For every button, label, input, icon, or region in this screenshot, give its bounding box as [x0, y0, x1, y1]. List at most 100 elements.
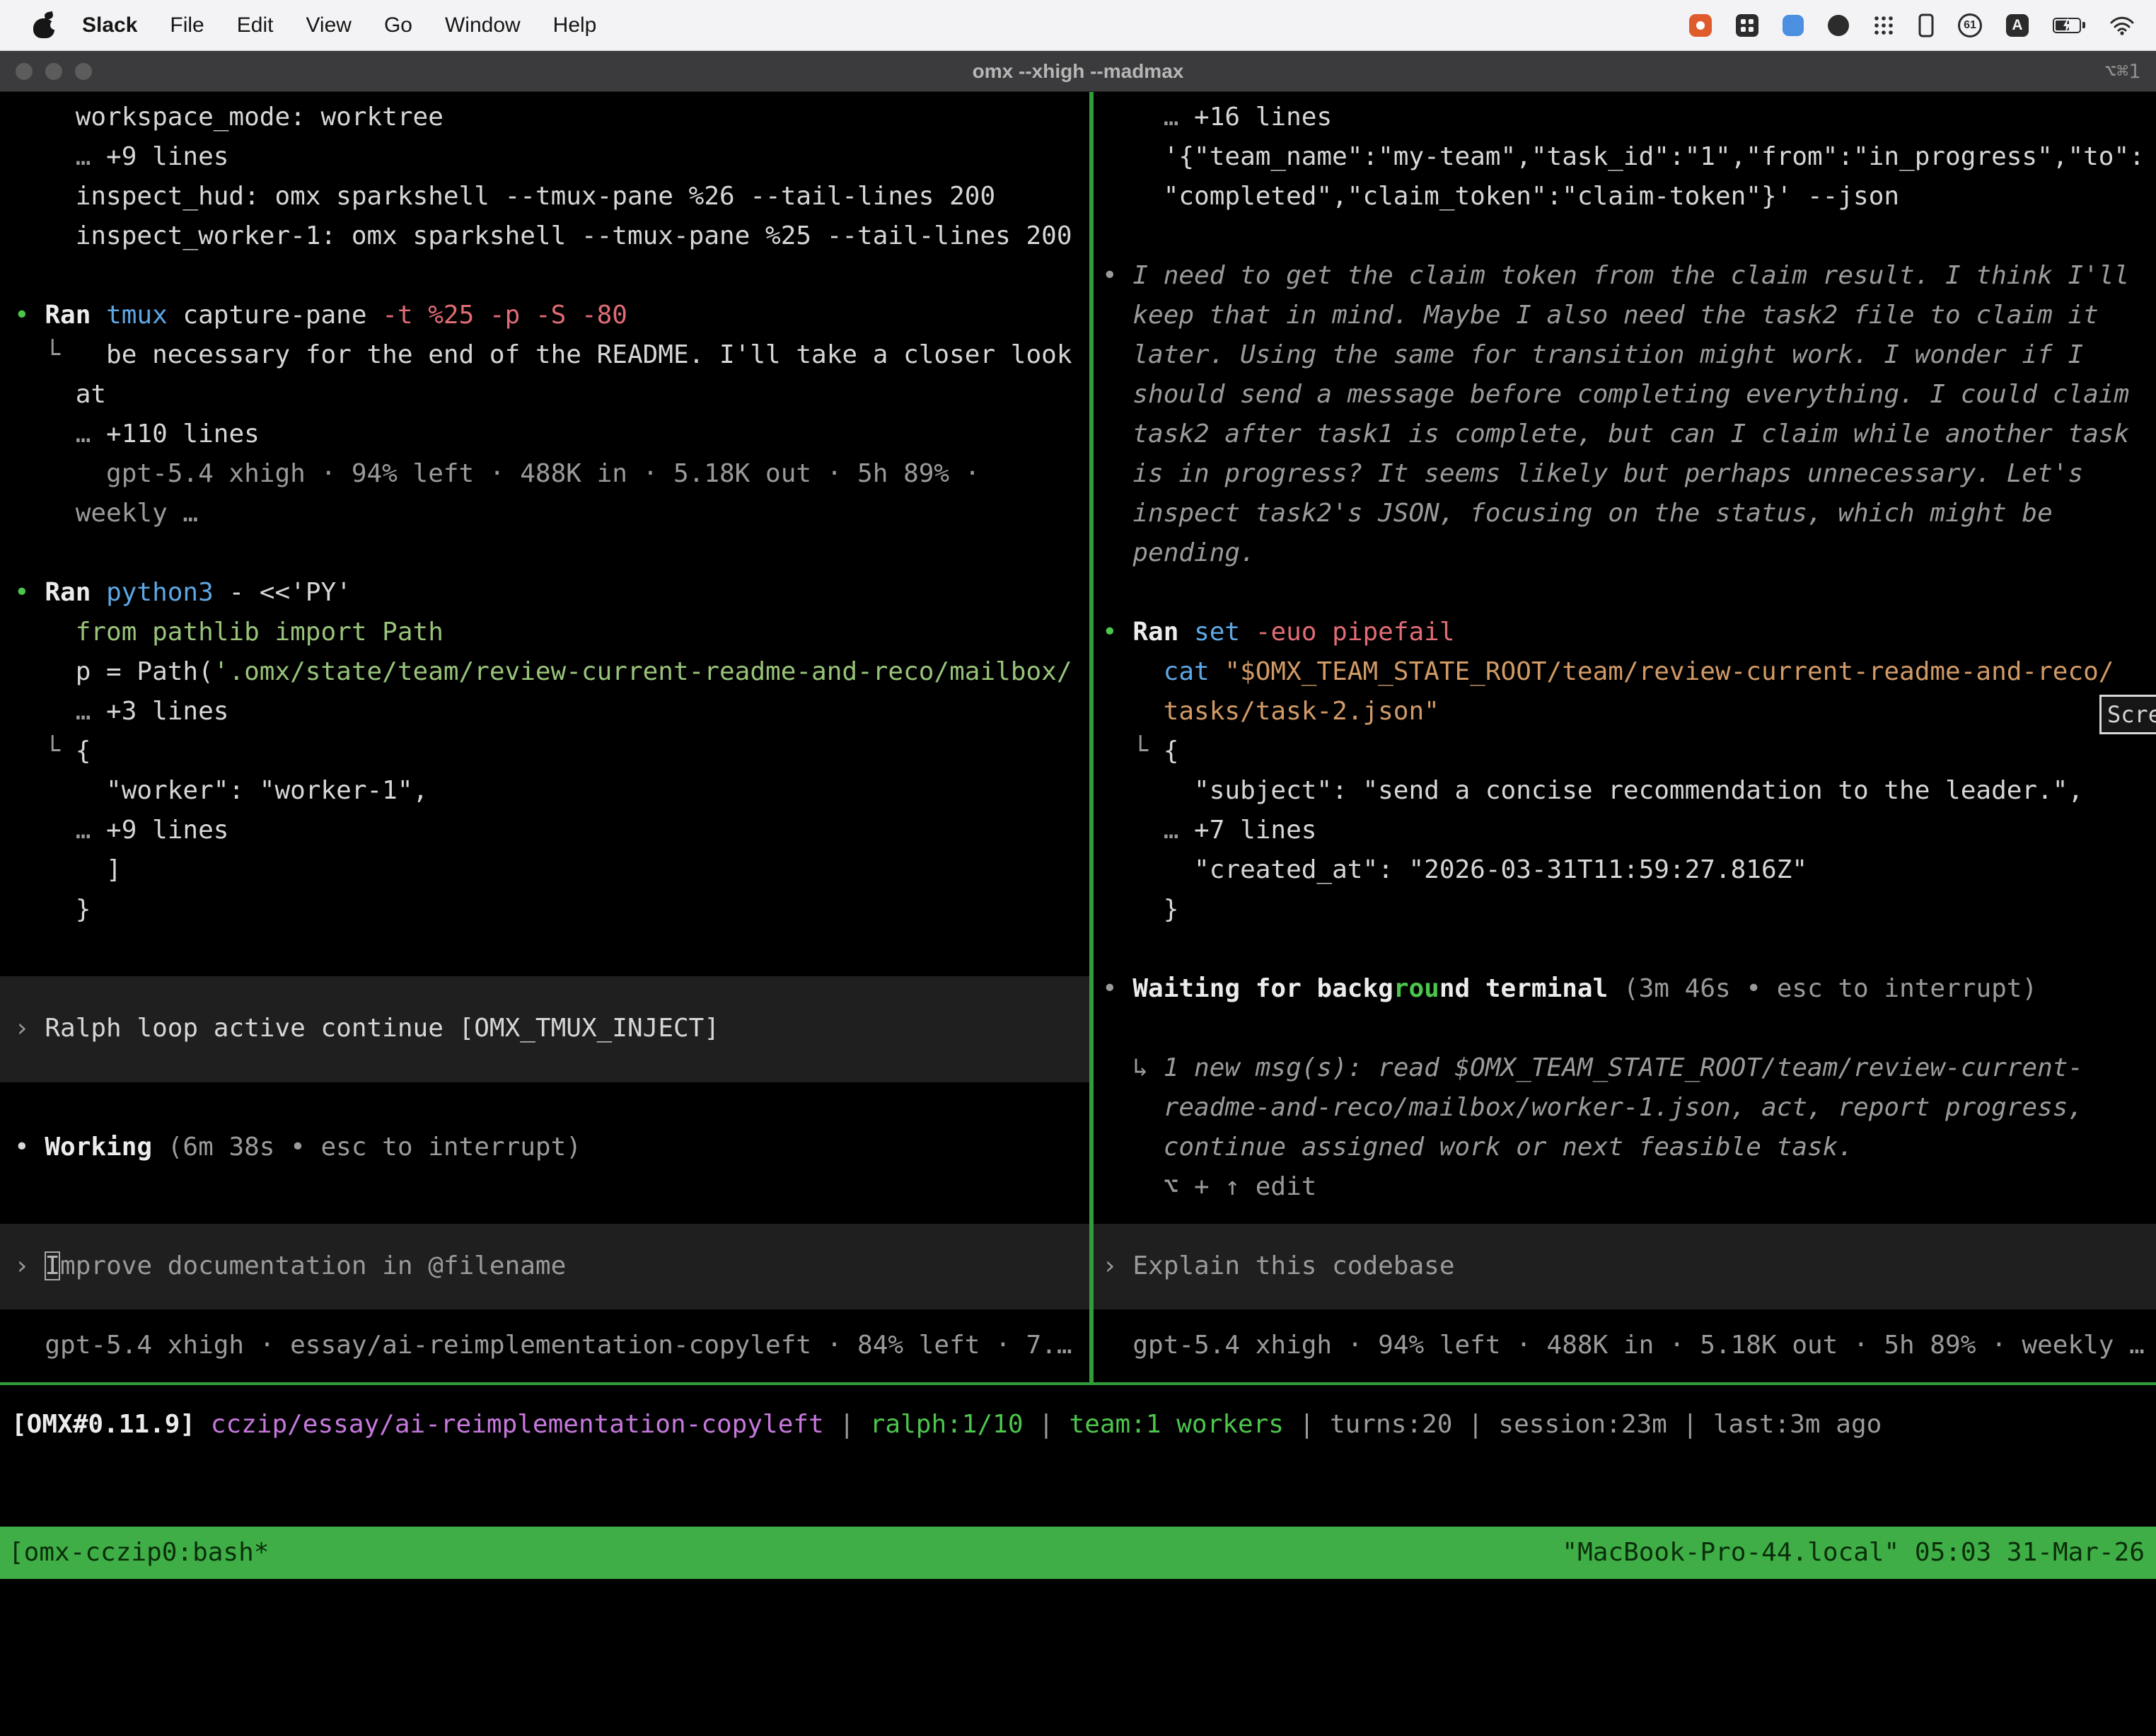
left-terminal-pane[interactable]: workspace_mode: worktree … +9 lines insp… [0, 92, 1089, 1382]
menu-bar: Slack File Edit View Go Window Help 61 A [0, 0, 2156, 51]
terminal-line: continue assigned work or next feasible … [1102, 1128, 2156, 1167]
terminal-text-segment: ] [14, 855, 122, 884]
terminal-text-segment: "worker": "worker-1", [14, 776, 428, 805]
terminal-text-segment: '.omx/state/team/review-current-readme-a… [214, 657, 1072, 686]
status-segment: | [824, 1410, 870, 1439]
terminal-line: … +3 lines [14, 692, 1089, 731]
terminal-text-segment: readme-and-reco/mailbox/worker-1.json, a… [1102, 1093, 2083, 1122]
minimize-button[interactable] [45, 63, 62, 80]
terminal-text-segment: -euo pipefail [1256, 618, 1455, 647]
terminal-line: inspect_hud: omx sparkshell --tmux-pane … [14, 177, 1089, 216]
terminal-text-segment: • [1102, 618, 1132, 647]
window-title: omx --xhigh --madmax [973, 60, 1184, 83]
terminal-text-segment: at [14, 380, 106, 409]
terminal-text-segment: set [1194, 618, 1256, 647]
terminal-text-segment: • [14, 1133, 45, 1162]
terminal-text-segment: continue assigned work or next feasible … [1102, 1133, 1853, 1162]
screen-tooltip: Scre [2099, 695, 2156, 734]
terminal-line: from pathlib import Path [14, 613, 1089, 652]
terminal-text-segment: "completed","claim_token":"claim-token"}… [1102, 182, 1899, 211]
terminal: workspace_mode: worktree … +9 lines insp… [0, 92, 2156, 1579]
terminal-line: … +9 lines [14, 811, 1089, 850]
window-grid-icon[interactable] [1736, 14, 1758, 37]
battery-body [2053, 18, 2081, 33]
terminal-text-segment: task2 after task1 is complete, but can I… [1102, 419, 2129, 449]
terminal-text-segment: › [14, 1251, 45, 1280]
window-title-bar[interactable]: omx --xhigh --madmax ⌥⌘1 [0, 51, 2156, 92]
terminal-line: "completed","claim_token":"claim-token"}… [1102, 177, 2156, 216]
terminal-line: task2 after task1 is complete, but can I… [1102, 415, 2156, 454]
close-button[interactable] [16, 63, 33, 80]
terminal-line: p = Path('.omx/state/team/review-current… [14, 652, 1089, 692]
terminal-text-segment: › Explain this codebase [1102, 1251, 1455, 1280]
terminal-line: • Ran set -euo pipefail [1102, 613, 2156, 652]
terminal-line: cat "$OMX_TEAM_STATE_ROOT/team/review-cu… [1102, 652, 2156, 692]
terminal-line: … +7 lines [1102, 811, 2156, 850]
terminal-text-segment: Ran [45, 301, 106, 330]
terminal-text-segment: … [14, 816, 106, 845]
app-menu-slack[interactable]: Slack [82, 13, 137, 37]
terminal-line: } [1102, 890, 2156, 930]
terminal-text-segment: I [45, 1251, 60, 1280]
dots-grid-icon[interactable] [1873, 15, 1894, 36]
menu-view[interactable]: View [306, 13, 351, 37]
terminal-text-segment: … [14, 419, 106, 449]
apple-menu-icon[interactable] [33, 12, 55, 39]
terminal-text-segment: gpt-5.4 xhigh · 94% left · 488K in · 5.1… [1102, 1331, 2145, 1360]
terminal-text-segment: mprove documentation in @filename [60, 1251, 566, 1280]
menu-help[interactable]: Help [553, 13, 597, 37]
terminal-text-segment: weekly … [14, 499, 198, 528]
battery-percentage-badge[interactable]: 61 [1958, 13, 1982, 37]
terminal-text-segment: I need to get the claim token from the c… [1132, 261, 2129, 290]
traffic-lights [16, 51, 92, 91]
terminal-text-segment: p = Path( [14, 657, 214, 686]
right-terminal-pane[interactable]: … +16 lines '{"team_name":"my-team","tas… [1094, 92, 2156, 1382]
terminal-text-segment: … [14, 697, 106, 726]
terminal-line: … +9 lines [14, 137, 1089, 177]
terminal-text-segment: Ran [1132, 618, 1194, 647]
status-segment: | [1452, 1410, 1498, 1439]
terminal-text-segment: +110 lines [106, 419, 260, 449]
terminal-text-segment: • [14, 578, 45, 607]
terminal-line: keep that in mind. Maybe I also need the… [1102, 296, 2156, 335]
terminal-text-segment: "created_at": "2026-03-31T11:59:27.816Z" [1102, 855, 1807, 884]
terminal-text-segment: … [14, 142, 106, 171]
input-source-icon[interactable]: A [2006, 14, 2029, 37]
status-segment: | [1667, 1410, 1713, 1439]
terminal-text-segment: └ [14, 736, 76, 765]
screen-recording-indicator-icon[interactable] [1689, 14, 1712, 37]
status-segment: [OMX#0.11.9] [11, 1410, 211, 1439]
terminal-line: readme-and-reco/mailbox/worker-1.json, a… [1102, 1088, 2156, 1128]
terminal-text-segment: { [1164, 736, 1179, 765]
terminal-text-segment: pending. [1102, 538, 1256, 567]
terminal-line: • Ran tmux capture-pane -t %25 -p -S -80 [14, 296, 1089, 335]
status-segment: | [1284, 1410, 1330, 1439]
battery-icon[interactable] [2053, 18, 2085, 33]
menu-file[interactable]: File [170, 13, 204, 37]
terminal-text-segment: } [1102, 895, 1178, 924]
terminal-text-segment: later. Using the same for transition mig… [1102, 340, 2083, 369]
status-segment: cczip/essay/ai-reimplementation-copyleft [211, 1410, 824, 1439]
terminal-text-segment: - <<'PY' [228, 578, 351, 607]
phone-mirroring-icon[interactable] [1918, 13, 1934, 37]
terminal-line: gpt-5.4 xhigh · 94% left · 488K in · 5.1… [14, 454, 1089, 494]
menu-go[interactable]: Go [384, 13, 412, 37]
terminal-text-segment: python3 [106, 578, 228, 607]
terminal-text-segment: inspect task2's JSON, focusing on the st… [1102, 499, 2053, 528]
terminal-text-segment: Working [45, 1133, 167, 1162]
terminal-text-segment: +3 lines [106, 697, 228, 726]
terminal-text-segment: '{"team_name":"my-team","task_id":"1","f… [1102, 142, 2145, 171]
blue-app-icon[interactable] [1783, 15, 1804, 36]
terminal-line: workspace_mode: worktree [14, 98, 1089, 137]
status-segment: session:23m [1498, 1410, 1667, 1439]
terminal-text-segment: └ [14, 340, 106, 369]
wifi-icon[interactable] [2109, 16, 2135, 35]
dark-circle-app-icon[interactable] [1828, 15, 1849, 36]
menu-edit[interactable]: Edit [237, 13, 274, 37]
battery-tip [2082, 22, 2085, 28]
zoom-button[interactable] [75, 63, 92, 80]
terminal-text-segment: tmux [106, 301, 182, 330]
menu-window[interactable]: Window [445, 13, 521, 37]
terminal-line: ] [14, 850, 1089, 890]
terminal-line: inspect_worker-1: omx sparkshell --tmux-… [14, 216, 1089, 256]
